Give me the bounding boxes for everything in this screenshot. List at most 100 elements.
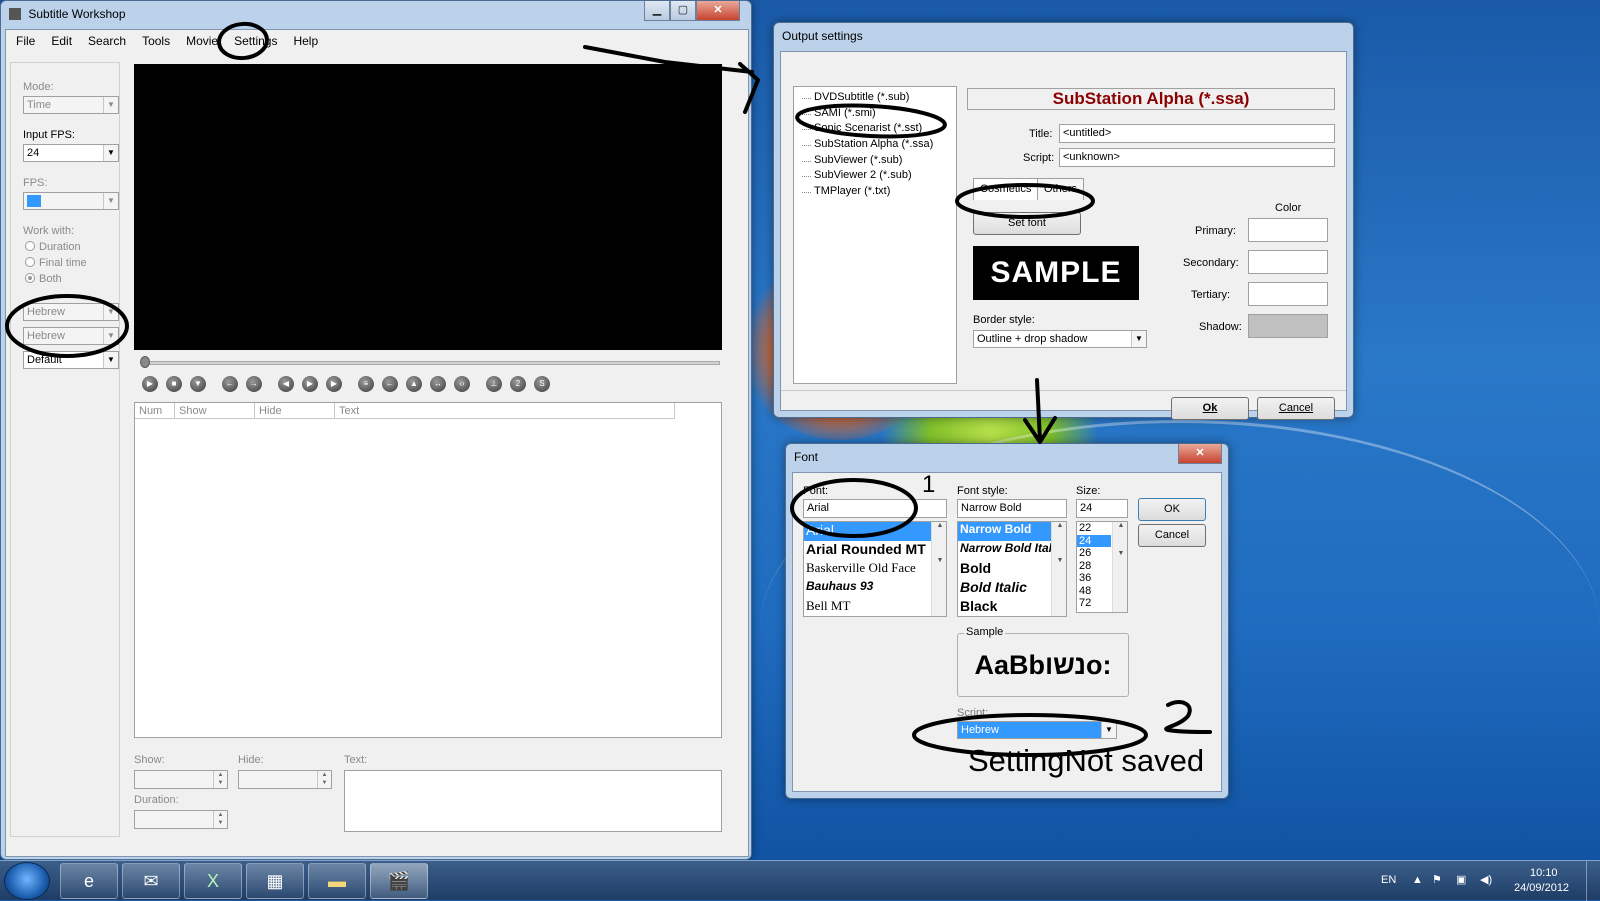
input-fps-select[interactable]: 24 ▼ [23, 144, 119, 162]
size-option[interactable]: 22 [1077, 522, 1111, 535]
calculator-taskbar-icon[interactable]: ▦ [246, 863, 304, 899]
tertiary-color-swatch[interactable] [1248, 282, 1328, 306]
mark-end-icon[interactable]: 2 [510, 376, 526, 392]
format-item[interactable]: DVDSubtitle (*.sub) [798, 91, 956, 107]
start-button-icon[interactable] [4, 862, 50, 900]
ok-button[interactable]: Ok [1171, 397, 1249, 420]
sub-icon[interactable]: S [534, 376, 550, 392]
tab-cosmetics[interactable]: Cosmetics [973, 178, 1039, 200]
subtitle-workshop-taskbar-icon[interactable]: 🎬 [370, 863, 428, 899]
font-cancel-button[interactable]: Cancel [1138, 524, 1206, 547]
explorer-taskbar-icon[interactable]: ▬ [308, 863, 366, 899]
rewind-icon[interactable]: ◀ [278, 376, 294, 392]
show-hidden-icons-icon[interactable]: ▲ [1412, 874, 1423, 886]
font-list-scrollbar[interactable]: ▲ ▼ [931, 522, 946, 616]
font-option[interactable]: Arial Rounded MT [804, 541, 946, 560]
cancel-button[interactable]: Cancel [1257, 397, 1335, 420]
window-titlebar[interactable]: Subtitle Workshop [1, 1, 751, 29]
font-option[interactable]: Baskerville Old Face [804, 560, 946, 579]
font-style-list[interactable]: Narrow Bold Narrow Bold Italic Bold Bold… [957, 521, 1067, 617]
size-list[interactable]: 22 24 26 28 36 48 72 ▲ ▼ [1076, 521, 1128, 613]
stop-icon[interactable]: ■ [166, 376, 182, 392]
set-font-button[interactable]: Set font [973, 212, 1081, 235]
font-option[interactable]: Bauhaus 93 [804, 579, 946, 598]
border-style-select[interactable]: Outline + drop shadow ▼ [973, 330, 1147, 348]
language-select-1[interactable]: Hebrew ▼ [23, 303, 119, 321]
font-option[interactable]: Bell MT [804, 598, 946, 616]
format-item[interactable]: TMPlayer (*.txt) [798, 185, 956, 201]
show-desktop-button[interactable] [1586, 861, 1600, 901]
font-name-input[interactable]: Arial [803, 499, 947, 518]
format-item[interactable]: Sonic Scenarist (*.sst) [798, 122, 956, 138]
back-icon[interactable]: ← [222, 376, 238, 392]
primary-color-swatch[interactable] [1248, 218, 1328, 242]
expand-icon[interactable]: ↔ [430, 376, 446, 392]
language-indicator[interactable]: EN [1381, 874, 1396, 886]
font-option-selected[interactable]: Arial [804, 522, 946, 541]
duration-field[interactable]: ▲ ▼ [134, 810, 228, 829]
subtitle-text-field[interactable] [344, 770, 722, 832]
play-icon[interactable]: ▶ [142, 376, 158, 392]
secondary-color-swatch[interactable] [1248, 250, 1328, 274]
font-style-input[interactable]: Narrow Bold [957, 499, 1067, 518]
ie-taskbar-icon[interactable]: e [60, 863, 118, 899]
format-item-selected[interactable]: SubStation Alpha (*.ssa) [798, 138, 956, 154]
clock-time[interactable]: 10:10 [1530, 867, 1558, 879]
video-preview[interactable] [134, 64, 722, 350]
style-option-selected[interactable]: Narrow Bold [958, 522, 1066, 541]
font-dialog-titlebar[interactable]: Font [786, 444, 1228, 472]
style-list-scrollbar[interactable]: ▲ ▼ [1051, 522, 1066, 616]
tab-others[interactable]: Others [1037, 178, 1085, 200]
menu-edit[interactable]: Edit [43, 34, 80, 48]
format-item[interactable]: SubViewer (*.sub) [798, 154, 956, 170]
size-option[interactable]: 36 [1077, 572, 1111, 585]
column-num[interactable]: Num [135, 403, 175, 418]
size-input[interactable]: 24 [1076, 499, 1128, 518]
font-name-list[interactable]: Arial Arial Rounded MT Baskerville Old F… [803, 521, 947, 617]
maximize-button[interactable]: ▢ [670, 1, 696, 21]
mode-select[interactable]: Time ▼ [23, 96, 119, 114]
dialog-titlebar[interactable]: Output settings [774, 23, 1353, 51]
hide-time-field[interactable]: ▲ ▼ [238, 770, 332, 789]
column-show[interactable]: Show [175, 403, 255, 418]
radio-duration[interactable]: Duration [25, 241, 81, 253]
size-option[interactable]: 26 [1077, 547, 1111, 560]
title-input[interactable]: <untitled> [1059, 124, 1335, 143]
close-button[interactable]: ✕ [1178, 444, 1222, 464]
subtitle-grid[interactable]: Num Show Hide Text [134, 402, 722, 738]
close-button[interactable]: ✕ [696, 1, 740, 21]
next-frame-icon[interactable]: ▶ [326, 376, 342, 392]
script-input[interactable]: <unknown> [1059, 148, 1335, 167]
show-time-field[interactable]: ▲ ▼ [134, 770, 228, 789]
menu-movie[interactable]: Movie [178, 34, 226, 48]
forward-icon[interactable]: → [246, 376, 262, 392]
radio-final-time[interactable]: Final time [25, 257, 87, 269]
size-list-scrollbar[interactable]: ▲ ▼ [1112, 522, 1127, 612]
style-option[interactable]: Bold Italic [958, 579, 1066, 598]
seek-thumb[interactable] [140, 356, 150, 368]
font-ok-button[interactable]: OK [1138, 498, 1206, 521]
style-select[interactable]: Default ▼ [23, 351, 119, 369]
arrow-up-icon[interactable]: ▲ [406, 376, 422, 392]
network-icon[interactable]: ▣ [1456, 873, 1466, 886]
radio-both[interactable]: Both [25, 273, 62, 285]
size-option[interactable]: 28 [1077, 560, 1111, 573]
clock-date[interactable]: 24/09/2012 [1514, 882, 1569, 894]
excel-taskbar-icon[interactable]: X [184, 863, 242, 899]
fps-select[interactable]: ▼ [23, 192, 119, 210]
fast-forward-icon[interactable]: ▶ [302, 376, 318, 392]
flag-icon[interactable]: ⚑ [1432, 873, 1442, 886]
mark-start-icon[interactable]: ⊥ [486, 376, 502, 392]
menu-help[interactable]: Help [285, 34, 326, 48]
size-option-selected[interactable]: 24 [1077, 534, 1111, 547]
minimize-button[interactable]: ▁ [644, 1, 670, 21]
sync-icon[interactable]: ≡ [358, 376, 374, 392]
format-item[interactable]: SAMI (*.smi) [798, 107, 956, 123]
size-option[interactable]: 72 [1077, 597, 1111, 610]
style-option[interactable]: Bold [958, 560, 1066, 579]
style-option[interactable]: Black [958, 598, 1066, 616]
language-select-2[interactable]: Hebrew ▼ [23, 327, 119, 345]
script-select[interactable]: Hebrew ▼ [957, 721, 1117, 739]
menu-tools[interactable]: Tools [134, 34, 178, 48]
shadow-color-swatch[interactable] [1248, 314, 1328, 338]
